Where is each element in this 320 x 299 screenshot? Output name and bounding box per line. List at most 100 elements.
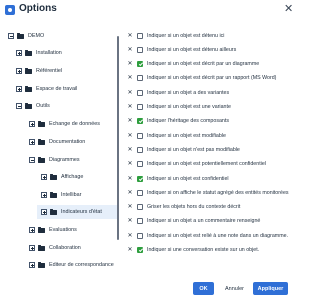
- expand-icon[interactable]: [29, 262, 35, 268]
- reset-x-icon[interactable]: ✕: [127, 233, 133, 239]
- expand-icon[interactable]: [41, 209, 47, 215]
- option-row: ✕ Indiquer si un objet est une variante: [124, 101, 300, 113]
- option-label: Indiquer si un objet n'est pas modifiabl…: [147, 147, 240, 153]
- reset-x-icon[interactable]: ✕: [127, 33, 133, 39]
- folder-icon: [38, 156, 45, 163]
- option-checkbox[interactable]: [137, 204, 143, 210]
- tree-item-collaboration[interactable]: Collaboration: [29, 242, 81, 254]
- tree-item-label: Installation: [36, 50, 62, 56]
- reset-x-icon[interactable]: ✕: [127, 190, 133, 196]
- option-checkbox[interactable]: [137, 61, 143, 67]
- expand-icon[interactable]: [16, 86, 22, 92]
- expand-icon[interactable]: [29, 121, 35, 127]
- folder-icon: [25, 85, 32, 92]
- option-checkbox[interactable]: [137, 118, 143, 124]
- reset-x-icon[interactable]: ✕: [127, 104, 133, 110]
- reset-x-icon[interactable]: ✕: [127, 90, 133, 96]
- option-checkbox[interactable]: [137, 104, 143, 110]
- tree-item-espace-de-travail[interactable]: Espace de travail: [16, 83, 77, 95]
- apply-button[interactable]: Appliquer: [253, 282, 288, 295]
- tree-item-editeur-de-correspondance[interactable]: Editeur de correspondance: [29, 259, 114, 271]
- tree-item-affichage[interactable]: Affichage: [41, 171, 83, 183]
- expand-icon[interactable]: [16, 68, 22, 74]
- reset-x-icon[interactable]: ✕: [127, 161, 133, 167]
- options-tree: DEMO Installation Référentiel Espace de …: [0, 30, 124, 276]
- option-checkbox[interactable]: [137, 247, 143, 253]
- option-checkbox[interactable]: [137, 147, 143, 153]
- tree-item-label: Outils: [36, 103, 50, 109]
- option-row: ✕ Indiquer si un objet a des variantes: [124, 87, 300, 99]
- option-row: ✕ Indiquer si on affiche le statut agrég…: [124, 187, 300, 199]
- option-checkbox[interactable]: [137, 133, 143, 139]
- tree-item-documentation[interactable]: Documentation: [29, 136, 85, 148]
- tree-item-outils[interactable]: Outils: [16, 100, 50, 112]
- option-checkbox[interactable]: [137, 190, 143, 196]
- tree-item-label: Espace de travail: [36, 86, 78, 92]
- tree-item-demo[interactable]: DEMO: [8, 30, 44, 42]
- expand-icon[interactable]: [29, 139, 35, 145]
- expand-icon[interactable]: [29, 245, 35, 251]
- close-icon[interactable]: ✕: [284, 2, 293, 15]
- tree-item-indicateurs-d-etat[interactable]: Indicateurs d'état: [37, 205, 119, 219]
- reset-x-icon[interactable]: ✕: [127, 147, 133, 153]
- reset-x-icon[interactable]: ✕: [127, 133, 133, 139]
- tree-item-label: Echange de données: [49, 121, 100, 127]
- option-checkbox[interactable]: [137, 75, 143, 81]
- reset-x-icon[interactable]: ✕: [127, 61, 133, 67]
- tree-item-label: Editeur de correspondance: [49, 262, 114, 268]
- option-row: ✕ Indiquer si un objet est modifiable: [124, 130, 300, 142]
- folder-icon: [25, 102, 32, 109]
- folder-icon: [50, 208, 57, 215]
- option-checkbox[interactable]: [137, 161, 143, 167]
- option-row: ✕ Griser les objets hors du contexte déc…: [124, 201, 300, 213]
- option-row: ✕ Indiquer si un objet est potentielleme…: [124, 158, 300, 170]
- expand-icon[interactable]: [41, 174, 47, 180]
- expand-icon[interactable]: [29, 227, 35, 233]
- option-label: Indiquer si un objet est relié à une not…: [147, 233, 289, 239]
- tree-item-referentiel[interactable]: Référentiel: [16, 65, 62, 77]
- option-label: Indiquer si on affiche le statut agrégé …: [147, 190, 289, 196]
- option-checkbox[interactable]: [137, 218, 143, 224]
- option-checkbox[interactable]: [137, 47, 143, 53]
- collapse-icon[interactable]: [29, 157, 35, 163]
- option-label: Indiquer si un objet est détenu ailleurs: [147, 47, 237, 53]
- reset-x-icon[interactable]: ✕: [127, 218, 133, 224]
- tree-item-diagrammes[interactable]: Diagrammes: [29, 154, 80, 166]
- option-label: Indiquer si une conversation existe sur …: [147, 247, 260, 253]
- option-row: ✕ Indiquer si un objet est décrit par un…: [124, 58, 300, 70]
- reset-x-icon[interactable]: ✕: [127, 176, 133, 182]
- reset-x-icon[interactable]: ✕: [127, 118, 133, 124]
- expand-icon[interactable]: [41, 192, 47, 198]
- folder-icon: [50, 173, 57, 180]
- tree-scrollbar[interactable]: [117, 36, 119, 240]
- collapse-icon[interactable]: [16, 103, 22, 109]
- tree-item-evaluations[interactable]: Evaluations: [29, 224, 77, 236]
- option-checkbox[interactable]: [137, 90, 143, 96]
- option-label: Indiquer l'héritage des composants: [147, 118, 229, 124]
- folder-icon: [38, 244, 45, 251]
- folder-icon: [50, 191, 57, 198]
- option-checkbox[interactable]: [137, 33, 143, 39]
- tree-item-echange-de-donnees[interactable]: Echange de données: [29, 118, 100, 130]
- option-checkbox[interactable]: [137, 233, 143, 239]
- folder-icon: [25, 67, 32, 74]
- tree-item-label: Collaboration: [49, 245, 81, 251]
- options-app-icon: [5, 5, 15, 15]
- tree-item-installation[interactable]: Installation: [16, 47, 62, 59]
- expand-icon[interactable]: [16, 50, 22, 56]
- tree-item-label: Documentation: [49, 139, 86, 145]
- tree-item-intellibar[interactable]: Intellibar: [41, 189, 81, 201]
- option-checkbox[interactable]: [137, 176, 143, 182]
- option-label: Griser les objets hors du contexte décri…: [147, 204, 241, 210]
- cancel-button[interactable]: Annuler: [220, 282, 249, 295]
- reset-x-icon[interactable]: ✕: [127, 204, 133, 210]
- reset-x-icon[interactable]: ✕: [127, 47, 133, 53]
- option-label: Indiquer si un objet est décrit par un r…: [147, 75, 277, 81]
- collapse-icon[interactable]: [8, 33, 14, 39]
- reset-x-icon[interactable]: ✕: [127, 247, 133, 253]
- option-row: ✕ Indiquer si un objet est confidentiel: [124, 173, 300, 185]
- reset-x-icon[interactable]: ✕: [127, 75, 133, 81]
- option-label: Indiquer si un objet est potentiellement…: [147, 161, 266, 167]
- ok-button[interactable]: OK: [193, 282, 214, 295]
- option-row: ✕ Indiquer l'héritage des composants: [124, 115, 300, 127]
